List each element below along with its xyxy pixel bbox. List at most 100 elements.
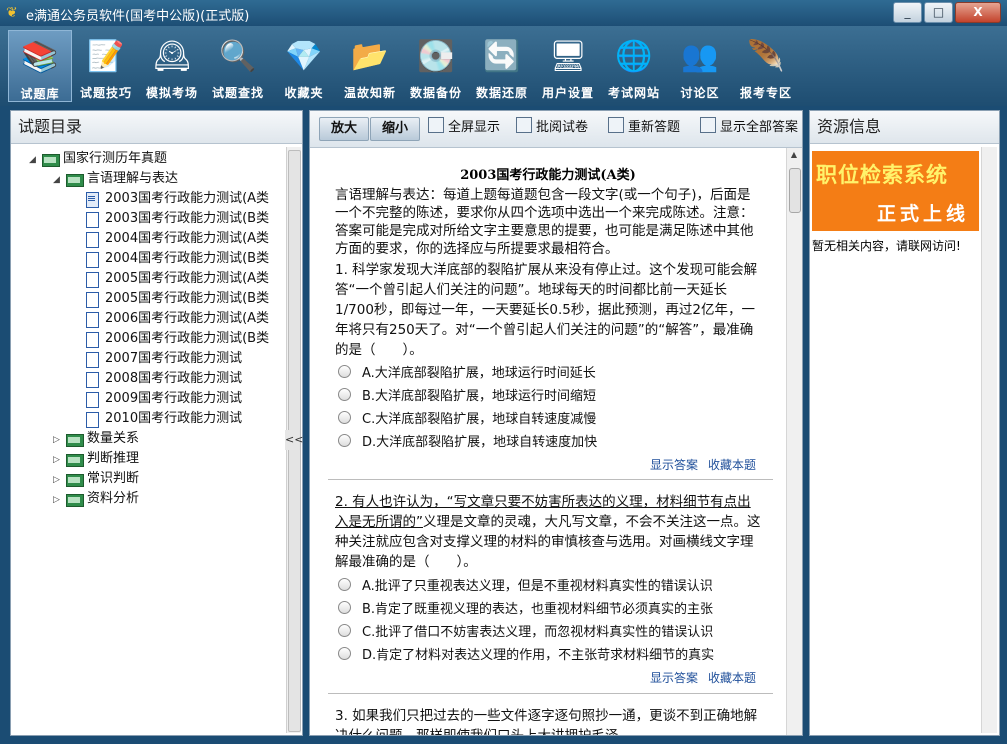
app-icon: ❦ (6, 5, 18, 21)
tree-item[interactable]: 2003国考行政能力测试(B类 (83, 209, 269, 229)
document-icon (83, 271, 101, 288)
tree-category-data[interactable]: ▷ 资料分析 (53, 489, 139, 509)
favorite-link[interactable]: 收藏本题 (708, 458, 756, 472)
tree-category-reasoning[interactable]: ▷ 判断推理 (53, 449, 139, 469)
fullscreen-button[interactable]: 全屏显示 (428, 117, 500, 139)
question-1-option-d[interactable]: D.大洋底部裂陷扩展，地球自转速度加快 (338, 434, 597, 452)
question-2-option-d[interactable]: D.肯定了材料对表达义理的作用，不主张苛求材料细节的真实 (338, 647, 748, 665)
tree-item[interactable]: 2010国考行政能力测试 (83, 409, 242, 429)
tree-category-general[interactable]: ▷ 常识判断 (53, 469, 139, 489)
exam-heading: 2003国考行政能力测试(A类) (460, 168, 636, 183)
question-1-option-b[interactable]: B.大洋底部裂陷扩展，地球运行时间缩短 (338, 388, 596, 406)
show-answer-link[interactable]: 显示答案 (650, 458, 698, 472)
refresh-icon: 🔄 (483, 39, 521, 74)
radio-button[interactable] (338, 388, 351, 401)
folder-icon (41, 152, 60, 167)
tree-item[interactable]: 2005国考行政能力测试(A类 (83, 269, 269, 289)
tree-item[interactable]: 2006国考行政能力测试(A类 (83, 309, 269, 329)
document-icon (83, 371, 101, 388)
toolbar-tips-button[interactable]: 📝 试题技巧 (74, 30, 138, 102)
resources-scrollbar[interactable] (981, 147, 997, 733)
tree-item[interactable]: 2005国考行政能力测试(B类 (83, 289, 269, 309)
question-panel: 放大 缩小 全屏显示 批阅试卷 重新答题 显示全部答案 2003国考行政能力测试… (309, 110, 803, 736)
maximize-button[interactable]: □ (924, 2, 953, 23)
disk-icon: 💽 (417, 39, 455, 74)
section-instructions: 言语理解与表达：每道上题每道题包含一段文字(或一个句子)，后面是一个不完整的陈述… (335, 187, 754, 257)
review-paper-button[interactable]: 批阅试卷 (516, 117, 588, 139)
question-toolbar: 放大 缩小 全屏显示 批阅试卷 重新答题 显示全部答案 (310, 111, 802, 148)
expand-icon[interactable]: ▷ (53, 490, 65, 510)
question-1-option-c[interactable]: C.大洋底部裂陷扩展，地球自转速度减慢 (338, 411, 596, 429)
folder-icon (65, 432, 84, 447)
toolbar-restore-button[interactable]: 🔄 数据还原 (470, 30, 534, 102)
show-answer-link[interactable]: 显示答案 (650, 671, 698, 685)
redo-answers-button[interactable]: 重新答题 (608, 117, 680, 139)
toolbar-website-button[interactable]: 🌐 考试网站 (602, 30, 666, 102)
zoom-in-button[interactable]: 放大 (319, 117, 369, 141)
resources-title: 资源信息 (810, 111, 999, 144)
minimize-button[interactable]: _ (893, 2, 922, 23)
catalog-panel: 试题目录 ◢ 国家行测历年真题 ◢ 言语理解与表达 2003国考行政能力测试(A类 … (10, 110, 303, 736)
question-2-actions: 显示答案 收藏本题 (640, 669, 756, 686)
answers-icon (700, 117, 716, 133)
folder-icon: 📂 (351, 39, 389, 74)
tree-category-verbal[interactable]: ◢ 言语理解与表达 (53, 169, 178, 189)
toolbar-favorites-button[interactable]: 💎 收藏夹 (272, 30, 336, 102)
toolbar-question-bank-button[interactable]: 📚 试题库 (8, 30, 72, 102)
gem-icon: 💎 (285, 39, 323, 74)
expand-icon[interactable]: ▷ (53, 430, 65, 450)
folder-icon (65, 172, 84, 187)
feather-icon: 🪶 (747, 39, 785, 74)
show-all-answers-button[interactable]: 显示全部答案 (700, 117, 800, 139)
toolbar-review-button[interactable]: 📂 温故知新 (338, 30, 402, 102)
question-scrollbar[interactable]: ▲ (786, 148, 802, 735)
favorite-link[interactable]: 收藏本题 (708, 671, 756, 685)
radio-button[interactable] (338, 434, 351, 447)
job-search-banner[interactable]: 职位检索系统 正式上线 (812, 151, 979, 231)
document-icon (83, 311, 101, 328)
toolbar-backup-button[interactable]: 💽 数据备份 (404, 30, 468, 102)
no-content-notice: 暂无相关内容，请联网访问! (812, 239, 961, 253)
expand-icon[interactable]: ▷ (53, 450, 65, 470)
radio-button[interactable] (338, 365, 351, 378)
tree-category-quantitative[interactable]: ▷ 数量关系 (53, 429, 139, 449)
tree-item[interactable]: 2004国考行政能力测试(A类 (83, 229, 269, 249)
magnifier-icon: 🔍 (219, 39, 257, 74)
radio-button[interactable] (338, 601, 351, 614)
question-content: 2003国考行政能力测试(A类) 言语理解与表达：每道上题每道题包含一段文字(或… (310, 148, 786, 735)
toolbar-mock-exam-button[interactable]: 🕰 模拟考场 (140, 30, 204, 102)
question-1-actions: 显示答案 收藏本题 (640, 456, 756, 473)
toolbar-search-button[interactable]: 🔍 试题查找 (206, 30, 270, 102)
question-2-option-a[interactable]: A.批评了只重视表达义理，但是不重视材料真实性的错误认识 (338, 578, 748, 596)
collapse-icon[interactable]: ◢ (53, 170, 65, 190)
tree-item[interactable]: 2009国考行政能力测试 (83, 389, 242, 409)
toolbar-forum-button[interactable]: 👥 讨论区 (668, 30, 732, 102)
radio-button[interactable] (338, 578, 351, 591)
question-1-option-a[interactable]: A.大洋底部裂陷扩展，地球运行时间延长 (338, 365, 596, 383)
close-button[interactable]: X (955, 2, 1001, 23)
tree-item[interactable]: 2003国考行政能力测试(A类 (83, 189, 269, 209)
expand-icon[interactable]: ▷ (53, 470, 65, 490)
tree-root[interactable]: ◢ 国家行测历年真题 (29, 149, 167, 169)
question-2-option-c[interactable]: C.批评了借口不妨害表达义理，而忽视材料真实性的错误认识 (338, 624, 748, 642)
toolbar-settings-button[interactable]: 🖥 用户设置 (536, 30, 600, 102)
folder-icon (65, 452, 84, 467)
radio-button[interactable] (338, 624, 351, 637)
question-2-option-b[interactable]: B.肯定了既重视义理的表达，也重视材料细节必须真实的主张 (338, 601, 748, 619)
scroll-up-icon[interactable]: ▲ (789, 150, 799, 160)
toolbar-registration-button[interactable]: 🪶 报考专区 (734, 30, 798, 102)
question-3-text: 3. 如果我们只把过去的一些文件逐字逐句照抄一通，更谈不到正确地解决什么问题，那… (335, 708, 758, 735)
radio-button[interactable] (338, 411, 351, 424)
window-title: e满通公务员软件(国考中公版)(正式版) (26, 9, 250, 24)
tree-item[interactable]: 2007国考行政能力测试 (83, 349, 242, 369)
title-bar: ❦ e满通公务员软件(国考中公版)(正式版) _ □ X (0, 0, 1007, 26)
tree-item[interactable]: 2008国考行政能力测试 (83, 369, 242, 389)
tree-item[interactable]: 2006国考行政能力测试(B类 (83, 329, 269, 349)
collapse-icon[interactable]: ◢ (29, 150, 41, 170)
divider (328, 693, 773, 694)
scroll-thumb[interactable] (789, 168, 801, 213)
collapse-panel-button[interactable]: << (285, 430, 303, 450)
zoom-out-button[interactable]: 缩小 (370, 117, 420, 141)
tree-item[interactable]: 2004国考行政能力测试(B类 (83, 249, 269, 269)
radio-button[interactable] (338, 647, 351, 660)
